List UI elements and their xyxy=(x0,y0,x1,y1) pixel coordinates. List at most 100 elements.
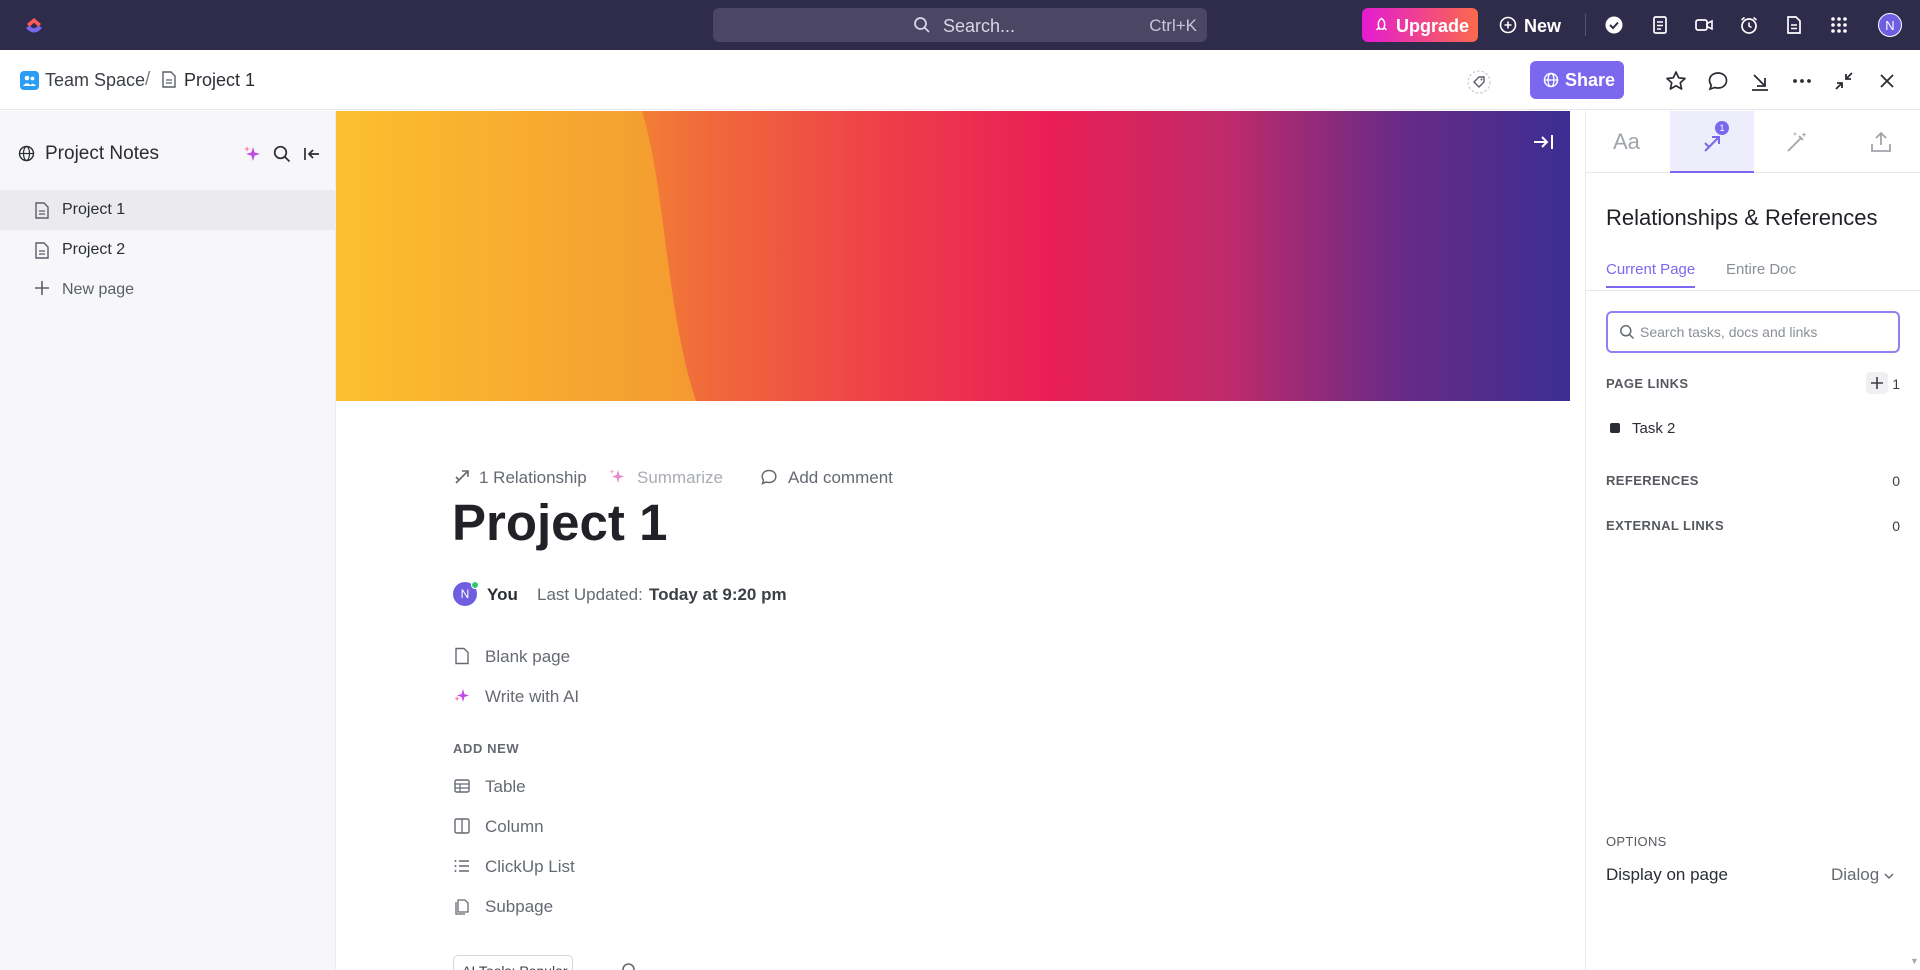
breadcrumb-page-link[interactable]: Project 1 xyxy=(184,70,255,91)
user-avatar[interactable]: N xyxy=(1878,13,1902,37)
rocket-icon xyxy=(1373,17,1390,34)
upload-icon xyxy=(1868,130,1894,154)
new-page-label: New page xyxy=(62,281,135,298)
search-icon[interactable] xyxy=(621,962,639,970)
external-links-count: 0 xyxy=(1892,518,1900,534)
page-link-label: Task 2 xyxy=(1632,420,1676,437)
author-row: N You Last Updated: Today at 9:20 pm xyxy=(453,581,853,609)
upgrade-button[interactable]: Upgrade xyxy=(1362,8,1478,42)
text-style-icon: Aa xyxy=(1613,129,1640,154)
panel-tabs: Aa 1 xyxy=(1586,111,1920,173)
collapse-sidebar-icon[interactable] xyxy=(302,144,322,164)
doc-title[interactable]: Project Notes xyxy=(45,143,159,165)
star-icon[interactable] xyxy=(1664,69,1688,93)
clickup-logo-icon[interactable] xyxy=(22,13,46,37)
page-links-heading: PAGE LINKS xyxy=(1606,376,1689,391)
search-shortcut-hint: Ctrl+K xyxy=(1149,16,1197,35)
online-status-dot xyxy=(471,581,479,589)
more-options-icon[interactable] xyxy=(1790,69,1814,93)
breadcrumb-space-link[interactable]: Team Space xyxy=(45,70,145,91)
relationship-search-input[interactable] xyxy=(1640,321,1890,343)
new-page-button[interactable]: New page xyxy=(0,270,335,310)
cover-wave-shape xyxy=(336,111,696,401)
column-icon xyxy=(453,817,471,835)
relationship-link[interactable]: 1 Relationship xyxy=(479,468,587,488)
tab-text-style[interactable]: Aa xyxy=(1586,111,1670,173)
last-updated-label: Last Updated: xyxy=(537,585,643,604)
alarm-icon[interactable] xyxy=(1738,14,1760,36)
video-icon[interactable] xyxy=(1693,14,1715,36)
tab-current-page[interactable]: Current Page xyxy=(1606,261,1696,288)
check-circle-icon[interactable] xyxy=(1603,14,1625,36)
doc-sidebar: Project Notes Project 1 Project 2 New pa… xyxy=(0,111,336,970)
comment-icon[interactable] xyxy=(1706,69,1730,93)
search-icon xyxy=(1619,324,1635,340)
sidebar-item-project-2[interactable]: Project 2 xyxy=(0,230,335,270)
option-label: Subpage xyxy=(485,897,554,916)
add-subpage-option[interactable]: Subpage xyxy=(453,894,653,920)
tab-relationships[interactable]: 1 xyxy=(1670,111,1754,173)
write-with-ai-option[interactable]: Write with AI xyxy=(453,684,653,710)
cover-image[interactable] xyxy=(336,111,1570,401)
tab-export[interactable] xyxy=(1838,111,1920,173)
team-space-icon xyxy=(20,71,39,90)
doc-icon[interactable] xyxy=(1783,14,1805,36)
doc-editor: 1 Relationship Summarize Add comment Pro… xyxy=(336,111,1570,970)
summarize-button[interactable]: Summarize xyxy=(637,468,723,488)
globe-icon xyxy=(1543,72,1559,88)
option-label: Column xyxy=(485,817,544,836)
search-placeholder: Search... xyxy=(943,16,1016,36)
list-icon xyxy=(453,857,471,875)
relationship-count-badge: 1 xyxy=(1715,121,1729,135)
references-heading: REFERENCES xyxy=(1606,473,1699,488)
ai-tools-dropdown[interactable]: AI Tools: Popular xyxy=(453,955,573,970)
search-icon[interactable] xyxy=(272,144,292,164)
global-search-bar[interactable]: Search... Ctrl+K xyxy=(713,8,1207,42)
option-label: Write with AI xyxy=(485,687,580,706)
page-icon xyxy=(453,647,471,665)
page-title[interactable]: Project 1 xyxy=(452,493,667,552)
display-mode-select[interactable]: Dialog xyxy=(1831,865,1895,885)
new-label: New xyxy=(1524,16,1562,36)
breadcrumb-separator: / xyxy=(145,69,151,90)
display-on-page-label: Display on page xyxy=(1606,865,1728,884)
sidebar-item-label: Project 1 xyxy=(62,201,126,218)
add-page-link-button[interactable] xyxy=(1866,372,1888,394)
top-navigation-bar: Search... Ctrl+K Upgrade New N xyxy=(0,0,1920,50)
author-name: You xyxy=(487,585,518,604)
sidebar-item-project-1[interactable]: Project 1 xyxy=(0,190,335,230)
search-icon xyxy=(913,16,931,34)
blank-page-option[interactable]: Blank page xyxy=(453,644,653,670)
external-links-heading: EXTERNAL LINKS xyxy=(1606,518,1725,533)
scroll-down-arrow-icon[interactable]: ▼ xyxy=(1910,956,1919,966)
display-mode-value: Dialog xyxy=(1831,865,1880,884)
collapse-view-icon[interactable] xyxy=(1832,69,1856,93)
topbar-divider xyxy=(1585,14,1586,36)
page-links-count: 1 xyxy=(1892,376,1900,392)
tag-icon[interactable] xyxy=(1467,70,1491,94)
add-table-option[interactable]: Table xyxy=(453,774,653,800)
share-label: Share xyxy=(1565,70,1616,90)
magic-wand-icon xyxy=(1784,130,1810,154)
panel-title: Relationships & References xyxy=(1606,205,1878,230)
close-icon[interactable] xyxy=(1875,69,1899,93)
apps-grid-icon[interactable] xyxy=(1828,14,1850,36)
ai-sparkle-icon[interactable] xyxy=(242,144,262,164)
tab-ai-tools[interactable] xyxy=(1754,111,1838,173)
page-icon xyxy=(35,202,49,219)
references-count: 0 xyxy=(1892,473,1900,489)
relationship-search-field[interactable] xyxy=(1606,311,1900,353)
download-icon[interactable] xyxy=(1748,69,1772,93)
option-label: Blank page xyxy=(485,647,571,666)
task-status-icon xyxy=(1610,423,1620,433)
add-comment-button[interactable]: Add comment xyxy=(788,468,893,488)
tab-entire-doc[interactable]: Entire Doc xyxy=(1726,261,1796,278)
add-new-heading: ADD NEW xyxy=(453,741,520,756)
notepad-icon[interactable] xyxy=(1649,14,1671,36)
option-label: ClickUp List xyxy=(485,857,575,876)
collapse-panel-icon[interactable] xyxy=(1532,131,1556,153)
plus-circle-icon xyxy=(1499,16,1517,34)
add-clickup-list-option[interactable]: ClickUp List xyxy=(453,854,653,880)
share-button[interactable]: Share xyxy=(1530,61,1624,99)
add-column-option[interactable]: Column xyxy=(453,814,653,840)
